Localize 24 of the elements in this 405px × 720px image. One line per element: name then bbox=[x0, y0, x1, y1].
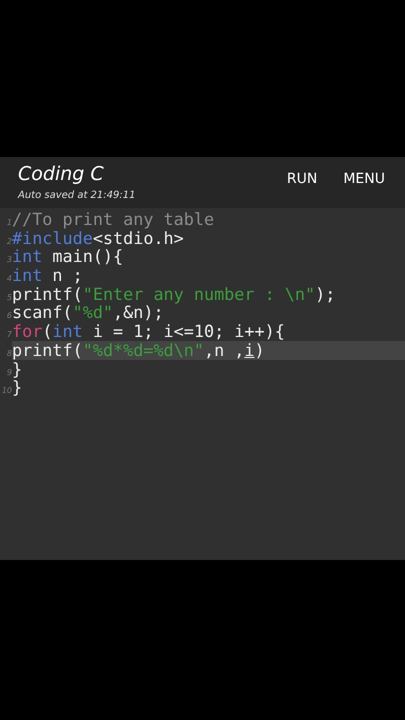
toolbar-action[interactable]: MENU bbox=[337, 166, 391, 190]
code-line: for(int i = 1; i<=10; i++){ bbox=[12, 322, 286, 341]
code-line: scanf("%d",&n); bbox=[12, 303, 164, 322]
code-line: #include<stdio.h> bbox=[12, 228, 185, 248]
code-line: } bbox=[12, 378, 24, 397]
line-number: 1 bbox=[6, 218, 12, 227]
code-line: //To print any table bbox=[12, 210, 216, 229]
line-number: 10 bbox=[0, 386, 12, 396]
line-number: 8 bbox=[6, 348, 12, 358]
code-line: printf("Enter any number : \n"); bbox=[12, 284, 336, 304]
autosave-status: Auto saved at 21:49:11 bbox=[18, 188, 136, 202]
line-number: 6 bbox=[6, 311, 12, 320]
toolbar-action[interactable]: RUN bbox=[280, 166, 324, 190]
app-title: Coding C bbox=[18, 162, 105, 186]
line-number: 7 bbox=[6, 330, 12, 340]
line-number: 3 bbox=[6, 255, 12, 264]
line-number: 2 bbox=[6, 236, 12, 246]
line-number: 9 bbox=[6, 368, 12, 376]
code-editor[interactable]: 1//To print any table 2#include<stdio.h> 3 int main(){ 4 int n ; 5 printf("Enter any number : \n"); 6 scanf("%d",&n); 7for(int i = 1; i<=10; i++){ 8 printf("%d*%d=%d\n",n ,i) 9} 10} bbox=[0, 208, 405, 560]
code-line: int n ; bbox=[12, 266, 84, 285]
code-line: int main(){ bbox=[12, 247, 124, 266]
code-line: } bbox=[12, 360, 22, 378]
line-number: 4 bbox=[6, 274, 12, 284]
line-number: 5 bbox=[6, 292, 12, 302]
